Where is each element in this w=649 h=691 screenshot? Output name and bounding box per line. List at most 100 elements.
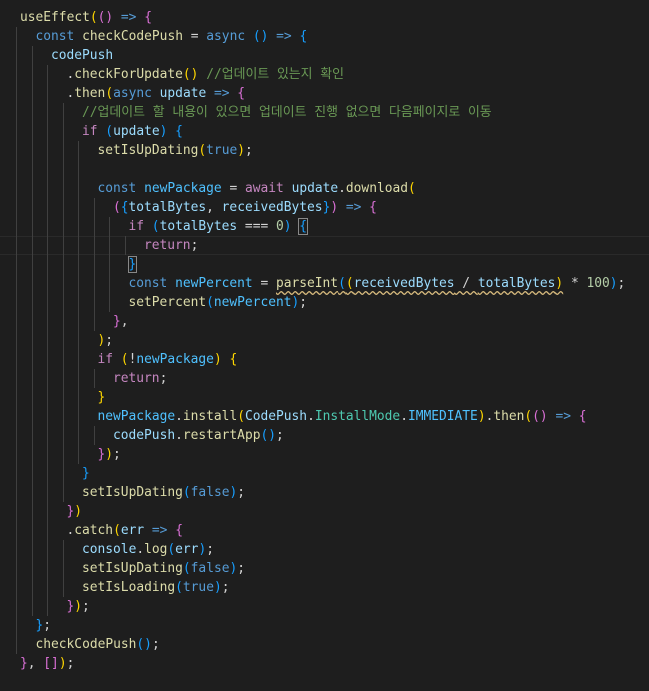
code-token: = [221, 181, 245, 196]
code-token: } [82, 466, 90, 481]
indent-guide [78, 274, 79, 293]
indent-guide [16, 502, 17, 521]
indent-guide [31, 236, 33, 255]
code-token: ) [283, 219, 292, 234]
code-token: totalBytes [128, 200, 207, 215]
indent-guide [62, 141, 64, 160]
indent-guide [62, 445, 64, 464]
code-token: ; [276, 428, 284, 443]
code-token: () [252, 29, 269, 44]
indent-guide [16, 179, 17, 198]
code-token: ( [113, 200, 121, 215]
indent-guide [16, 426, 17, 445]
indent-guide [16, 407, 17, 426]
indent-guide [47, 331, 48, 350]
code-token: ( [524, 409, 533, 424]
code-token: = [252, 276, 276, 291]
indent-guide [47, 521, 48, 540]
indent-guide [31, 597, 33, 616]
code-token: ) [213, 580, 222, 595]
code-token: async [113, 86, 152, 101]
indent-guide [31, 65, 33, 84]
code-token: ; [66, 656, 75, 671]
indent-guide [31, 179, 33, 198]
code-token: ( [345, 276, 354, 291]
indent-guide [47, 407, 48, 426]
indent-guide [62, 350, 64, 369]
code-token: InstallMode [314, 409, 401, 424]
indent-guide [62, 540, 64, 559]
code-token: ; [105, 333, 114, 348]
indent-guide [47, 445, 48, 464]
code-token: => [151, 523, 168, 538]
code-token: { [237, 86, 246, 101]
indent-guide [31, 540, 33, 559]
indent-guide [47, 483, 48, 502]
code-token: update [113, 124, 160, 139]
code-token: 0 [275, 219, 284, 234]
code-token: setIsUpDating [82, 561, 183, 576]
indent-guide [16, 65, 17, 84]
code-token: ; [159, 371, 168, 386]
code-token: () [532, 409, 548, 424]
indent-guide [62, 483, 64, 502]
code-token: } [113, 314, 121, 329]
indent-guide [78, 236, 79, 255]
indent-guide [16, 84, 17, 103]
indent-guide [93, 426, 95, 445]
code-token: setIsLoading [82, 580, 176, 595]
indent-guide [16, 521, 17, 540]
indent-guide [31, 407, 33, 426]
code-token: restartApp [182, 428, 261, 443]
indent-guide [109, 236, 110, 255]
indent-guide [93, 293, 95, 312]
code-token: newPercent [175, 276, 253, 291]
code-token: , [206, 200, 222, 215]
indent-guide [47, 65, 48, 84]
indent-guide [78, 445, 79, 464]
code-token: async [206, 29, 246, 44]
code-token: catch [74, 523, 114, 538]
code-token: () [97, 10, 114, 25]
code-token: setPercent [128, 295, 207, 310]
indent-guide [62, 274, 64, 293]
indent-guide [16, 293, 17, 312]
code-token: console [82, 542, 137, 557]
code-token: download [345, 181, 408, 196]
code-token: () [182, 67, 199, 82]
code-token: //업데이트 있는지 확인 [206, 67, 344, 82]
indent-guide [47, 312, 48, 331]
indent-guide [16, 616, 17, 635]
indent-guide [31, 502, 33, 521]
code-token: log [144, 542, 168, 557]
indent-guide [31, 217, 33, 236]
code-token: => [276, 29, 292, 44]
code-token: . [136, 542, 145, 557]
code-token: / [454, 276, 478, 291]
code-token: newPackage [136, 352, 214, 367]
code-token: ( [151, 219, 160, 234]
indent-guide [16, 27, 17, 46]
indent-guide [16, 350, 17, 369]
code-token: parseInt [275, 276, 339, 291]
code-token: => [555, 409, 571, 424]
code-token: setIsUpDating [82, 485, 183, 500]
indent-guide [16, 464, 17, 483]
code-editor[interactable]: useEffect(() => {const checkCodePush = a… [0, 0, 649, 691]
indent-guide [78, 388, 79, 407]
indent-guide [109, 217, 110, 236]
current-line-highlight [0, 236, 649, 255]
code-token: useEffect [20, 10, 90, 25]
code-token: totalBytes [159, 219, 238, 234]
indent-guide [78, 407, 79, 426]
code-token: ) [330, 200, 339, 215]
indent-guide [47, 179, 48, 198]
code-token: => [120, 10, 137, 25]
indent-guide [109, 255, 110, 274]
